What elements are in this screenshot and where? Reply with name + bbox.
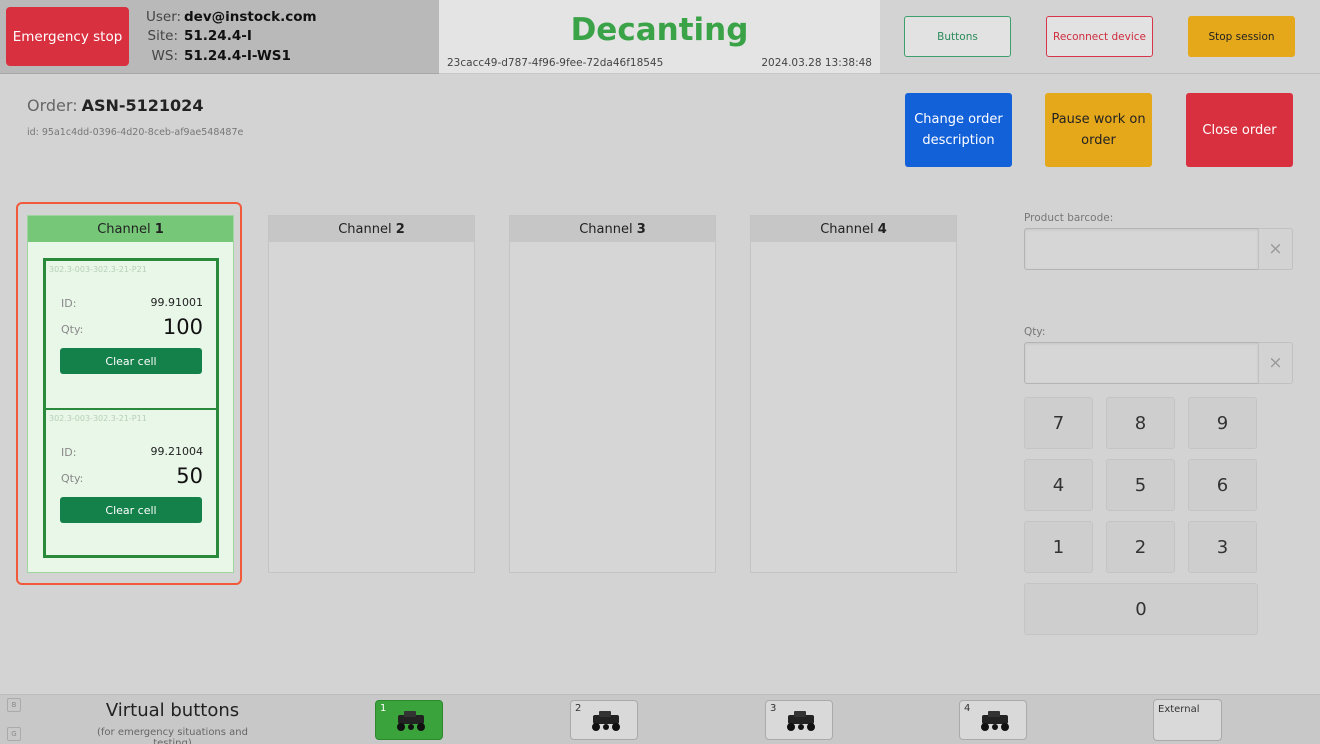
robot-icon (397, 711, 425, 731)
cell-qty-value: 100 (162, 315, 203, 339)
cell-qty-label: Qty: (61, 472, 84, 485)
robot-button-2[interactable]: 2 (570, 700, 638, 740)
keypad-key-8[interactable]: 8 (1106, 397, 1175, 449)
keypad-key-6[interactable]: 6 (1188, 459, 1257, 511)
order-label: Order: (27, 96, 78, 115)
page-title: Decanting (570, 12, 749, 48)
channel-3[interactable]: Channel 3 (509, 215, 716, 573)
clear-cell-button[interactable]: Clear cell (60, 497, 202, 523)
cell-id-label: ID: (61, 297, 77, 310)
cell-address: 302.3-003-302.3-21-P21 (49, 265, 147, 274)
keypad-key-2[interactable]: 2 (1106, 521, 1175, 573)
header-session-info: Emergency stop User: dev@instock.com Site… (0, 0, 439, 74)
clear-cell-button[interactable]: Clear cell (60, 348, 202, 374)
clear-qty-icon[interactable]: × (1258, 342, 1293, 384)
keypad-key-1[interactable]: 1 (1024, 521, 1093, 573)
channel-label: Channel (97, 221, 151, 237)
channel-header: Channel 4 (751, 216, 956, 242)
channel-2[interactable]: Channel 2 (268, 215, 475, 573)
close-order-button[interactable]: Close order (1186, 93, 1293, 167)
header-title-area: Decanting 23cacc49-d787-4f96-9fee-72da46… (439, 0, 880, 74)
cell-id-value: 99.21004 (150, 445, 204, 458)
qty-label: Qty: (1024, 326, 1046, 338)
external-label: External (1158, 704, 1200, 715)
keypad-key-0[interactable]: 0 (1024, 583, 1258, 635)
session-id: 23cacc49-d787-4f96-9fee-72da46f18545 (447, 57, 664, 69)
user-value: dev@instock.com (184, 9, 317, 25)
order-name: ASN-5121024 (81, 96, 204, 115)
channel-label: Channel (579, 221, 633, 237)
cell-qty-label: Qty: (61, 323, 84, 336)
channel-header: Channel 1 (28, 216, 233, 242)
mini-toggle-a[interactable]: B (7, 698, 21, 712)
reconnect-device-button[interactable]: Reconnect device (1046, 16, 1153, 57)
channel-number: 2 (395, 221, 405, 237)
header-actions: Buttons Reconnect device Stop session (880, 0, 1320, 74)
channel-label: Channel (820, 221, 874, 237)
clear-barcode-icon[interactable]: × (1258, 228, 1293, 270)
channel-number: 3 (636, 221, 646, 237)
channel-number: 1 (154, 221, 164, 237)
external-button[interactable]: External (1153, 699, 1222, 741)
robot-number: 1 (380, 703, 387, 714)
mini-toggle-b[interactable]: G (7, 727, 21, 741)
cell-id-value: 99.91001 (150, 296, 204, 309)
site-row: Site: 51.24.4-I (146, 28, 252, 44)
cell: 302.3-003-302.3-21-P21 ID: 99.91001 Qty:… (46, 261, 216, 408)
keypad-key-9[interactable]: 9 (1188, 397, 1257, 449)
virtual-buttons-title: Virtual buttons (105, 700, 240, 721)
robot-button-4[interactable]: 4 (959, 700, 1027, 740)
robot-icon (787, 711, 815, 731)
virtual-buttons-subtitle: (for emergency situations and testing) (97, 727, 248, 744)
keypad-key-3[interactable]: 3 (1188, 521, 1257, 573)
virtual-buttons-bar: B G Virtual buttons (for emergency situa… (0, 694, 1320, 744)
cell-group: 302.3-003-302.3-21-P21 ID: 99.91001 Qty:… (43, 258, 219, 558)
keypad-key-4[interactable]: 4 (1024, 459, 1093, 511)
ws-label: WS: (151, 48, 178, 64)
order-id: id: 95a1c4dd-0396-4d20-8ceb-af9ae548487e (27, 127, 244, 138)
pause-work-button[interactable]: Pause work on order (1045, 93, 1152, 167)
header: Emergency stop User: dev@instock.com Site… (0, 0, 1320, 74)
qty-input[interactable] (1024, 342, 1259, 384)
ws-value: 51.24.4-I-WS1 (184, 48, 291, 64)
barcode-input[interactable] (1024, 228, 1259, 270)
stop-session-button[interactable]: Stop session (1188, 16, 1295, 57)
robot-button-1[interactable]: 1 (375, 700, 443, 740)
cell-address: 302.3-003-302.3-21-P11 (49, 414, 147, 423)
barcode-label: Product barcode: (1024, 212, 1114, 224)
channel-header: Channel 3 (510, 216, 715, 242)
robot-icon (592, 711, 620, 731)
channel-label: Channel (338, 221, 392, 237)
buttons-button[interactable]: Buttons (904, 16, 1011, 57)
channel-4[interactable]: Channel 4 (750, 215, 957, 573)
emergency-stop-button[interactable]: Emergency stop (6, 7, 129, 66)
user-row: User: dev@instock.com (146, 9, 317, 25)
channel-header: Channel 2 (269, 216, 474, 242)
cell-id-label: ID: (61, 446, 77, 459)
site-label: Site: (147, 28, 178, 44)
robot-number: 3 (770, 703, 777, 714)
site-value: 51.24.4-I (184, 28, 252, 44)
order-title: Order: ASN-5121024 (27, 96, 203, 115)
change-order-description-button[interactable]: Change order description (905, 93, 1012, 167)
robot-button-3[interactable]: 3 (765, 700, 833, 740)
channel-1[interactable]: Channel 1 302.3-003-302.3-21-P21 ID: 99.… (27, 215, 234, 573)
keypad-key-7[interactable]: 7 (1024, 397, 1093, 449)
keypad-key-5[interactable]: 5 (1106, 459, 1175, 511)
robot-number: 2 (575, 703, 582, 714)
cell-qty-value: 50 (176, 464, 203, 488)
robot-number: 4 (964, 703, 971, 714)
channel-number: 4 (877, 221, 887, 237)
session-datetime: 2024.03.28 13:38:48 (761, 57, 872, 69)
robot-icon (981, 711, 1009, 731)
user-label: User: (146, 9, 182, 25)
cell: 302.3-003-302.3-21-P11 ID: 99.21004 Qty:… (46, 408, 216, 555)
ws-row: WS: 51.24.4-I-WS1 (146, 48, 291, 64)
